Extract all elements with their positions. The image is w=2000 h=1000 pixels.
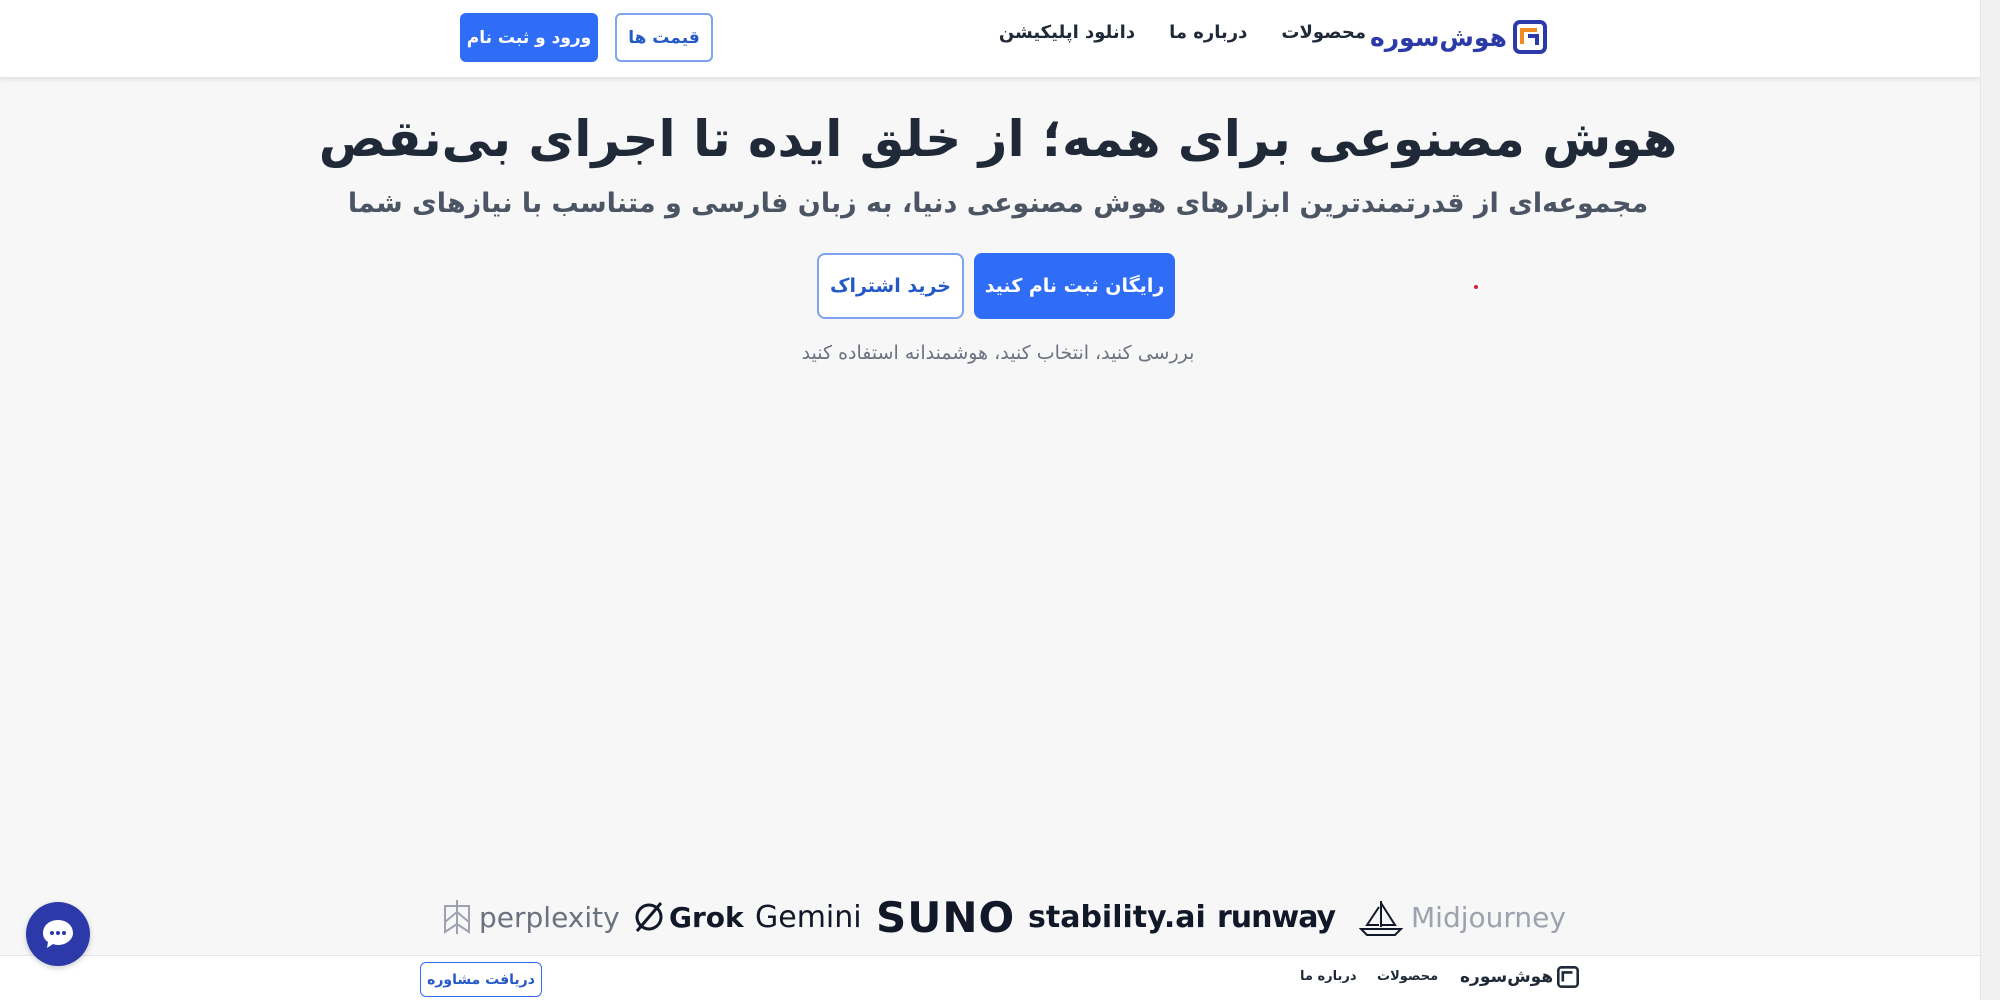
pricing-button[interactable]: قیمت ها <box>615 13 713 62</box>
nav-products[interactable]: محصولات <box>1281 22 1366 43</box>
footer-nav-products[interactable]: محصولات <box>1377 969 1438 984</box>
footer-nav-about[interactable]: درباره ما <box>1300 969 1357 984</box>
nav-download-app[interactable]: دانلود اپلیکیشن <box>999 22 1135 43</box>
brand-stability-label: stability.ai <box>1028 899 1206 935</box>
main-nav: محصولات درباره ما دانلود اپلیکیشن <box>999 22 1366 43</box>
brand-runway: runway <box>1217 892 1336 942</box>
perplexity-icon <box>444 900 470 934</box>
brand-perplexity: perplexity <box>441 892 620 942</box>
hero-subtitle: مجموعه‌ای از قدرتمندترین ابزارهای هوش مص… <box>347 188 1649 219</box>
brand-runway-label: runway <box>1217 899 1336 935</box>
nav-about[interactable]: درباره ما <box>1169 22 1247 43</box>
hero-note: بررسی کنید، انتخاب کنید، هوشمندانه استفا… <box>801 342 1195 364</box>
brand-midjourney-label: Midjourney <box>1411 900 1566 934</box>
brand-perplexity-label: perplexity <box>479 900 620 934</box>
get-consultation-button[interactable]: دریافت مشاوره <box>420 962 542 997</box>
brand-grok: Grok <box>633 892 744 942</box>
red-dot-marker <box>1474 285 1478 289</box>
brand-gemini-label: Gemini <box>755 899 862 935</box>
site-logo[interactable]: هوش‌سوره <box>1370 18 1547 56</box>
brand-midjourney: Midjourney <box>1359 892 1566 942</box>
brand-stability: stability.ai <box>1028 892 1206 942</box>
grok-icon <box>635 902 663 932</box>
footer-logo-mark-icon <box>1557 966 1580 988</box>
ai-brands-strip: perplexity Grok Gemini SUNO stability.ai… <box>436 892 1566 942</box>
top-navbar <box>0 0 1980 78</box>
free-signup-button[interactable]: رایگان ثبت نام کنید <box>974 253 1175 319</box>
buy-subscription-button[interactable]: خرید اشتراک <box>817 253 964 319</box>
footer-logo[interactable]: هوش‌سوره <box>1460 966 1580 988</box>
logo-text: هوش‌سوره <box>1370 22 1507 52</box>
chat-icon <box>43 920 73 948</box>
brand-grok-label: Grok <box>669 900 744 934</box>
logo-mark-icon <box>1512 20 1547 54</box>
bottom-bar <box>0 955 1980 1000</box>
brand-suno: SUNO <box>876 892 1015 942</box>
login-register-button[interactable]: ورود و ثبت نام <box>460 13 598 62</box>
chat-support-button[interactable] <box>26 902 90 966</box>
hero-title: هوش مصنوعی برای همه؛ از خلق ایده تا اجرا… <box>318 110 1678 168</box>
brand-gemini: Gemini <box>755 892 862 942</box>
brand-suno-label: SUNO <box>876 892 1016 942</box>
midjourney-boat-icon <box>1359 901 1403 936</box>
footer-logo-text: هوش‌سوره <box>1460 967 1554 987</box>
